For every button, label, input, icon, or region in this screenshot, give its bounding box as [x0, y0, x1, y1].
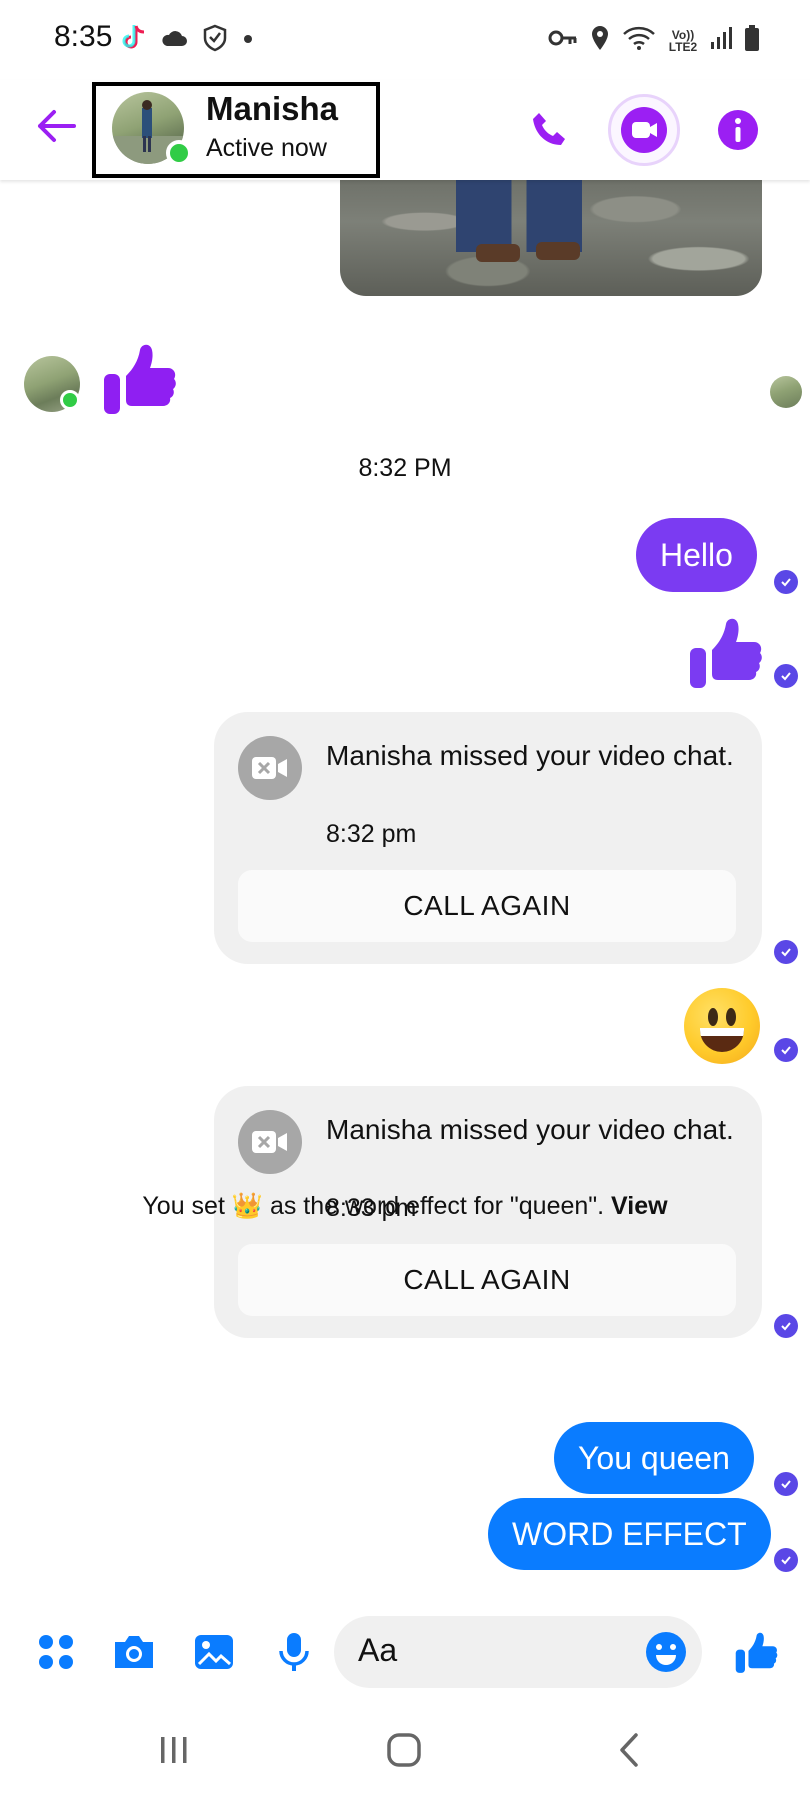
- emoji-eye: [726, 1008, 736, 1026]
- emoji-mouth: [700, 1028, 744, 1052]
- online-indicator: [166, 140, 192, 166]
- sent-message[interactable]: Hello: [636, 518, 757, 592]
- seen-check-icon: [774, 570, 798, 594]
- contact-info[interactable]: Manisha Active now: [92, 82, 380, 178]
- time-separator: 8:32 PM: [358, 454, 452, 482]
- back-nav-button[interactable]: [604, 1728, 656, 1772]
- back-icon: [620, 1733, 638, 1767]
- crown-emoji: 👑: [231, 1192, 263, 1220]
- emoji-teeth: [700, 1028, 744, 1036]
- info-button[interactable]: [708, 100, 768, 160]
- photo-detail: [476, 244, 520, 262]
- missed-video-icon: [238, 1110, 302, 1174]
- missed-call-card: Manisha missed your video chat. 8:32 pm …: [214, 712, 762, 964]
- volte-icon: Vo)) LTE2: [668, 27, 698, 54]
- chat-header: Manisha Active now: [0, 80, 810, 180]
- status-right-icons: Vo)) LTE2: [548, 24, 760, 57]
- seen-check-icon: [774, 1038, 798, 1062]
- arrow-left-icon: [38, 110, 76, 142]
- seen-check-icon: [774, 1314, 798, 1338]
- missed-video-icon: [238, 736, 302, 800]
- microphone-button[interactable]: [270, 1628, 318, 1676]
- apps-icon: [39, 1635, 73, 1669]
- message-list[interactable]: 8:32 PM Hello Manisha missed your video …: [0, 180, 810, 1600]
- effect-note-suffix: as the word effect for "queen".: [263, 1192, 612, 1220]
- thumbs-up-icon: [690, 618, 762, 688]
- shield-icon: [202, 24, 228, 57]
- dot-icon: [242, 32, 254, 50]
- grinning-face-emoji[interactable]: [684, 988, 760, 1064]
- battery-icon: [744, 24, 760, 57]
- seen-check-icon: [774, 940, 798, 964]
- apps-button[interactable]: [32, 1628, 80, 1676]
- emoji-icon: [646, 1632, 686, 1672]
- signal-icon: [710, 26, 732, 55]
- sent-message[interactable]: You queen: [554, 1422, 754, 1494]
- camera-icon: [115, 1636, 153, 1668]
- home-button[interactable]: [378, 1728, 430, 1772]
- message-input[interactable]: Aa: [334, 1616, 702, 1688]
- key-icon: [548, 28, 578, 53]
- contact-status: Active now: [206, 134, 327, 162]
- back-button[interactable]: [32, 102, 80, 150]
- camera-button[interactable]: [110, 1628, 158, 1676]
- seen-check-icon: [774, 664, 798, 688]
- missed-call-time: 8:32 pm: [326, 820, 417, 848]
- sent-like-sticker[interactable]: [688, 614, 762, 695]
- missed-call-text: Manisha missed your video chat.: [326, 740, 734, 771]
- microphone-icon: [279, 1633, 309, 1671]
- seen-check-icon: [774, 1472, 798, 1496]
- gallery-icon: [195, 1635, 233, 1669]
- photo-detail: [536, 242, 580, 260]
- voice-call-button[interactable]: [520, 100, 580, 160]
- seen-avatar: [770, 376, 802, 408]
- system-nav-bar: [0, 1700, 810, 1800]
- contact-name: Manisha: [206, 90, 339, 127]
- thumbs-up-icon: [104, 344, 176, 414]
- online-indicator: [60, 390, 80, 410]
- info-icon: [718, 110, 758, 150]
- tiktok-icon: [122, 24, 146, 57]
- video-camera-icon: [621, 107, 667, 153]
- status-time: 8:35: [54, 20, 113, 53]
- call-again-button[interactable]: CALL AGAIN: [238, 870, 736, 942]
- sent-message[interactable]: WORD EFFECT: [488, 1498, 771, 1570]
- video-call-button[interactable]: [608, 94, 680, 166]
- gallery-button[interactable]: [190, 1628, 238, 1676]
- photo-message[interactable]: [340, 180, 762, 296]
- message-input-placeholder: Aa: [358, 1632, 398, 1668]
- received-like-sticker[interactable]: [102, 340, 176, 421]
- seen-check-icon: [774, 1548, 798, 1572]
- recents-icon: [161, 1737, 187, 1763]
- home-icon: [387, 1733, 421, 1767]
- cloud-icon: [160, 28, 188, 53]
- call-again-button[interactable]: CALL AGAIN: [238, 1244, 736, 1316]
- view-link[interactable]: View: [611, 1192, 668, 1220]
- message-composer: Aa: [0, 1600, 810, 1700]
- status-left-icons: [122, 24, 254, 57]
- emoji-button[interactable]: [644, 1630, 688, 1674]
- location-icon: [590, 25, 610, 56]
- missed-call-text: Manisha missed your video chat.: [326, 1114, 734, 1145]
- status-bar: 8:35 Vo)) LTE2: [0, 0, 810, 80]
- phone-icon: [533, 113, 565, 145]
- recents-button[interactable]: [148, 1728, 200, 1772]
- emoji-eye: [708, 1008, 718, 1026]
- word-effect-note: You set 👑 as the word effect for "queen"…: [0, 1192, 810, 1221]
- like-icon: [735, 1632, 778, 1673]
- wifi-icon: [622, 25, 656, 56]
- effect-note-prefix: You set: [142, 1192, 232, 1220]
- like-button[interactable]: [732, 1628, 780, 1676]
